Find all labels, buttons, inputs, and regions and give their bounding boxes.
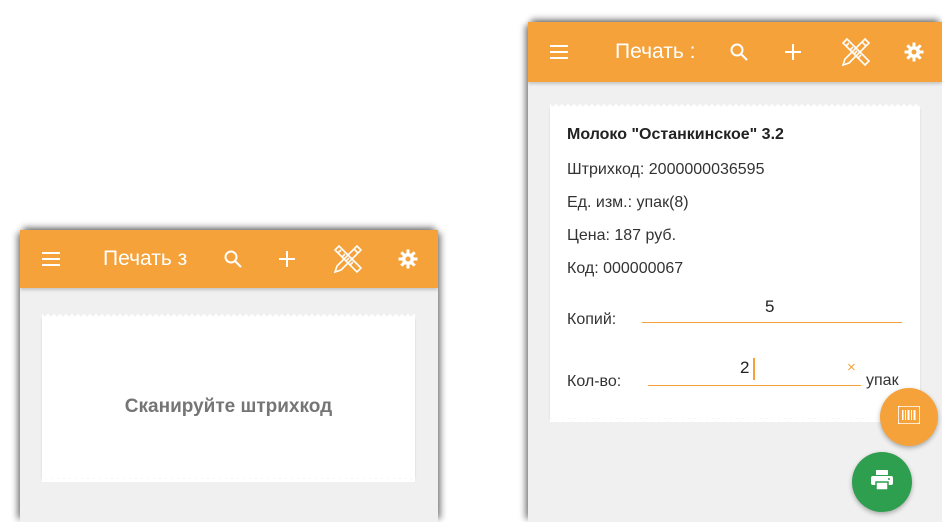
gear-icon[interactable] — [904, 22, 924, 82]
menu-icon[interactable] — [550, 22, 568, 82]
pencil-ruler-icon[interactable] — [330, 230, 366, 288]
barcode-icon — [897, 404, 921, 429]
app-bar: Печать з — [20, 230, 438, 288]
clear-quantity-button[interactable]: × — [847, 359, 856, 376]
product-card: Молоко "Останкинское" 3.2 Штрихкод: 2000… — [550, 104, 920, 422]
copies-label: Копий: — [567, 311, 617, 328]
scan-prompt: Сканируйте штрихкод — [124, 396, 333, 417]
card-edge-top — [550, 104, 920, 109]
quantity-unit: упак — [866, 372, 899, 389]
search-icon[interactable] — [223, 230, 243, 288]
search-icon[interactable] — [729, 22, 749, 82]
plus-icon[interactable] — [278, 230, 296, 288]
product-price: Цена: 187 руб. — [567, 227, 677, 244]
product-unit: Ед. изм.: упак(8) — [567, 194, 689, 211]
gear-icon[interactable] — [398, 230, 418, 288]
quantity-underline — [648, 385, 861, 386]
page-title: Печать : — [615, 40, 696, 63]
left-screen: Печать з Сканируйте штрихкод — [20, 230, 438, 522]
card-edge-bottom — [42, 477, 415, 482]
quantity-label: Кол-во: — [567, 373, 622, 390]
text-caret — [753, 358, 755, 380]
product-barcode: Штрихкод: 2000000036595 — [567, 161, 765, 178]
card-edge-bottom — [550, 417, 920, 422]
pencil-ruler-icon[interactable] — [838, 22, 874, 82]
product-code: Код: 000000067 — [567, 260, 684, 277]
quantity-input[interactable]: 2 — [740, 358, 749, 378]
print-fab[interactable] — [852, 452, 912, 512]
plus-icon[interactable] — [784, 22, 802, 82]
page-title: Печать з — [103, 247, 188, 270]
card-edge-top — [42, 314, 415, 319]
right-screen: Печать : Молоко "Останкинское" 3.2 Штрих… — [528, 22, 942, 522]
scan-fab[interactable] — [880, 388, 938, 446]
scan-card: Сканируйте штрихкод — [42, 314, 415, 482]
product-name: Молоко "Останкинское" 3.2 — [567, 126, 784, 143]
menu-icon[interactable] — [42, 230, 60, 288]
copies-input[interactable]: 5 — [765, 297, 774, 317]
copies-underline — [642, 322, 902, 323]
app-bar: Печать : — [528, 22, 942, 82]
printer-icon — [871, 469, 893, 495]
